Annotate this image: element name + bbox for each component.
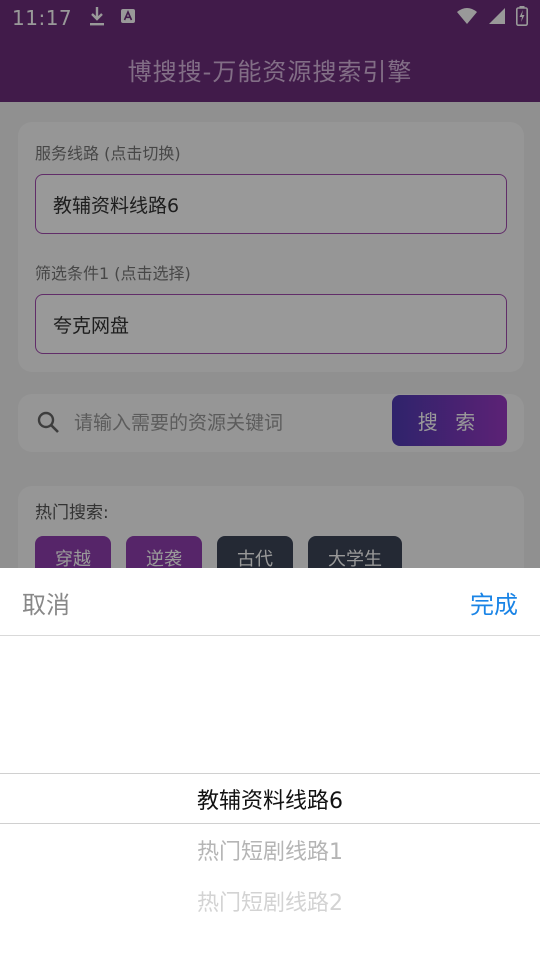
picker-toolbar: 取消 完成 bbox=[0, 568, 540, 636]
done-button[interactable]: 完成 bbox=[470, 585, 518, 620]
picker-option[interactable]: 热门短剧线路2 bbox=[0, 885, 540, 917]
picker-divider bbox=[0, 823, 540, 824]
route-picker-sheet: 取消 完成 教辅资料线路6 热门短剧线路1 热门短剧线路2 bbox=[0, 568, 540, 960]
cancel-button[interactable]: 取消 bbox=[22, 585, 70, 620]
picker-option[interactable]: 热门短剧线路1 bbox=[0, 834, 540, 866]
picker-divider bbox=[0, 773, 540, 774]
picker-option-selected[interactable]: 教辅资料线路6 bbox=[0, 783, 540, 815]
modal-overlay[interactable] bbox=[0, 0, 540, 568]
